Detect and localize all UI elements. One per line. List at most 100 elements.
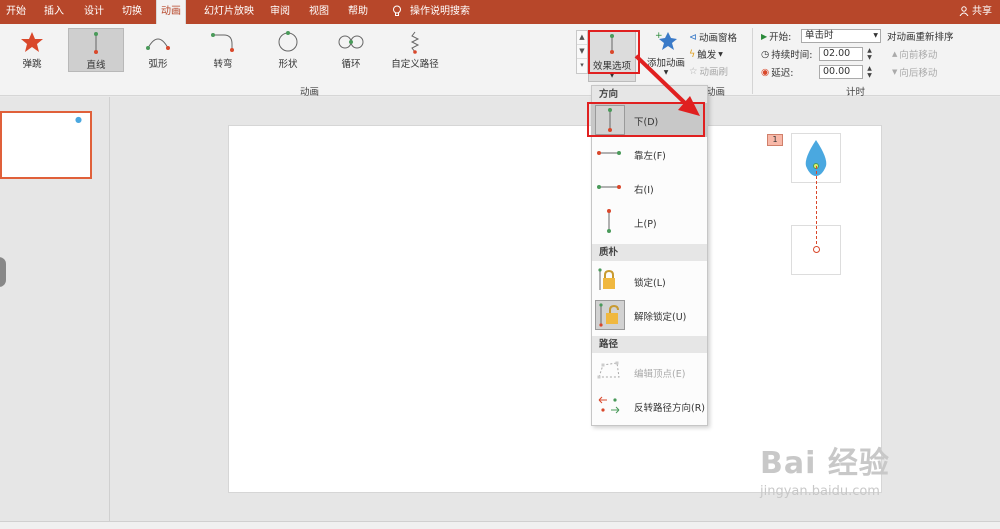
animation-pane-label: 动画窗格 bbox=[698, 33, 737, 44]
start-select[interactable]: 单击时 ▼ bbox=[801, 29, 881, 43]
tab-transitions[interactable]: 切换 bbox=[118, 0, 146, 24]
delay-input[interactable]: 00.00 bbox=[819, 65, 863, 79]
tab-view[interactable]: 视图 bbox=[305, 0, 333, 24]
menu-item-right[interactable]: 右(I) bbox=[592, 171, 707, 205]
bounce-star-icon bbox=[21, 32, 43, 52]
tab-design[interactable]: 设计 bbox=[80, 0, 108, 24]
delay-label-text: 延迟: bbox=[771, 68, 794, 79]
anim-turn-label: 转弯 bbox=[213, 59, 233, 70]
watermark-logo: Bai 经验 bbox=[760, 446, 890, 481]
tab-home[interactable]: 开始 bbox=[2, 0, 30, 24]
delay-spinner[interactable]: ▲ ▼ bbox=[865, 65, 874, 79]
menu-item-reverse-path[interactable]: 反转路径方向(R) bbox=[592, 389, 707, 423]
anim-bounce-label: 弹跳 bbox=[22, 59, 42, 70]
slide-thumbnail-pane: ● bbox=[0, 97, 110, 522]
tell-me-search[interactable]: 操作说明搜索 bbox=[406, 0, 474, 24]
menu-item-reverse-path-label: 反转路径方向(R) bbox=[634, 403, 706, 414]
tab-insert[interactable]: 插入 bbox=[40, 0, 68, 24]
menu-item-left[interactable]: 靠左(F) bbox=[592, 137, 707, 171]
share-button[interactable]: 共享 bbox=[959, 0, 992, 24]
anim-turn[interactable]: 转弯 bbox=[195, 28, 251, 72]
baidu-watermark: Bai 经验 jingyan.baidu.com bbox=[760, 438, 890, 499]
anim-loop[interactable]: 循环 bbox=[323, 28, 379, 72]
anim-custom-path[interactable]: 自定义路径 bbox=[387, 28, 443, 72]
delay-icon: ◉ bbox=[761, 66, 770, 78]
loop-path-icon bbox=[338, 35, 364, 49]
person-icon bbox=[959, 6, 969, 17]
slide-thumbnail[interactable]: ● bbox=[0, 111, 92, 179]
delay-label: ◉ 延迟: bbox=[761, 65, 794, 80]
pane-scroll-handle[interactable] bbox=[0, 257, 6, 287]
unlock-icon bbox=[595, 300, 625, 330]
gallery-more-icon[interactable]: ▾ bbox=[577, 59, 587, 73]
down-triangle-icon: ▼ bbox=[892, 68, 898, 76]
lock-icon bbox=[595, 266, 625, 296]
menu-item-up-label: 上(P) bbox=[634, 219, 657, 230]
duration-value: 02.00 bbox=[823, 48, 851, 59]
tab-animations[interactable]: 动画 bbox=[156, 0, 186, 24]
line-path-icon bbox=[94, 32, 98, 54]
start-label: ▶ 开始: bbox=[761, 29, 792, 44]
anim-arc[interactable]: 弧形 bbox=[130, 28, 186, 72]
menu-item-up[interactable]: 上(P) bbox=[592, 205, 707, 239]
anim-bounce[interactable]: 弹跳 bbox=[4, 28, 60, 72]
animation-badge: 1 bbox=[767, 134, 783, 146]
svg-text:+: + bbox=[655, 31, 663, 41]
menu-item-edit-points[interactable]: 编辑顶点(E) bbox=[592, 355, 707, 389]
path-end-point[interactable] bbox=[813, 246, 820, 253]
menu-item-edit-points-label: 编辑顶点(E) bbox=[634, 369, 686, 380]
anim-arc-label: 弧形 bbox=[148, 59, 168, 70]
move-earlier-button[interactable]: ▲ 向前移动 bbox=[892, 47, 937, 61]
watermark-url: jingyan.baidu.com bbox=[760, 484, 880, 499]
anim-shape-label: 形状 bbox=[278, 59, 298, 70]
move-later-label: 向后移动 bbox=[899, 68, 938, 79]
status-bar bbox=[0, 521, 1000, 529]
arc-path-icon bbox=[146, 38, 170, 50]
gallery-scroll[interactable]: ▲ ▼ ▾ bbox=[576, 30, 588, 74]
start-select-value: 单击时 bbox=[805, 30, 834, 41]
anim-loop-label: 循环 bbox=[341, 59, 361, 70]
menu-header-anchor: 质朴 bbox=[592, 244, 707, 261]
play-icon: ▶ bbox=[761, 31, 768, 41]
lightbulb-icon bbox=[388, 0, 406, 24]
chevron-down-icon: ▼ bbox=[873, 32, 878, 39]
circle-path-icon bbox=[278, 31, 298, 52]
menu-item-unlock[interactable]: 解除锁定(U) bbox=[592, 298, 707, 332]
share-label: 共享 bbox=[972, 6, 992, 17]
group-separator bbox=[752, 28, 753, 94]
turn-path-icon bbox=[211, 33, 234, 52]
duration-input[interactable]: 02.00 bbox=[819, 47, 863, 61]
move-earlier-label: 向前移动 bbox=[899, 50, 938, 61]
add-star-icon: + bbox=[655, 31, 677, 50]
start-label-text: 开始: bbox=[769, 32, 792, 43]
up-direction-icon bbox=[595, 207, 625, 237]
anim-line[interactable]: 直线 bbox=[68, 28, 124, 72]
droplet-icon: ● bbox=[75, 115, 82, 124]
gallery-up-icon[interactable]: ▲ bbox=[577, 31, 587, 45]
tab-help[interactable]: 帮助 bbox=[344, 0, 372, 24]
move-later-button[interactable]: ▼ 向后移动 bbox=[892, 65, 937, 79]
duration-label-text: 持续时间: bbox=[771, 50, 813, 61]
tab-slideshow[interactable]: 幻灯片放映 bbox=[200, 0, 258, 24]
left-direction-icon bbox=[595, 139, 625, 169]
anim-shape[interactable]: 形状 bbox=[260, 28, 316, 72]
ribbon: 弹跳 直线 弧形 转弯 形状 循环 自定义路径 ▲ ▼ ▾ 效果选项 ▼ + 添… bbox=[0, 24, 1000, 98]
tab-review[interactable]: 审阅 bbox=[266, 0, 294, 24]
duration-spinner[interactable]: ▲ ▼ bbox=[865, 47, 874, 61]
menu-header-path: 路径 bbox=[592, 336, 707, 353]
group-label-animation: 动画 bbox=[300, 87, 320, 98]
anim-custom-path-label: 自定义路径 bbox=[391, 59, 439, 70]
animation-pane-button[interactable]: ⊲ 动画窗格 bbox=[689, 30, 737, 45]
reorder-title: 对动画重新排序 bbox=[887, 32, 954, 43]
duration-label: ◷ 持续时间: bbox=[761, 47, 813, 62]
ribbon-tabs: 开始 插入 设计 切换 动画 幻灯片放映 审阅 视图 帮助 操作说明搜索 共享 bbox=[0, 0, 1000, 24]
menu-item-lock[interactable]: 锁定(L) bbox=[592, 264, 707, 298]
up-triangle-icon: ▲ bbox=[892, 50, 898, 58]
right-direction-icon bbox=[595, 173, 625, 203]
menu-item-right-label: 右(I) bbox=[634, 185, 654, 196]
delay-value: 00.00 bbox=[823, 66, 851, 77]
animation-pane-icon: ⊲ bbox=[689, 31, 697, 43]
anim-line-label: 直线 bbox=[86, 60, 106, 71]
gallery-down-icon[interactable]: ▼ bbox=[577, 45, 587, 59]
chevron-down-icon: ▼ bbox=[718, 50, 723, 58]
